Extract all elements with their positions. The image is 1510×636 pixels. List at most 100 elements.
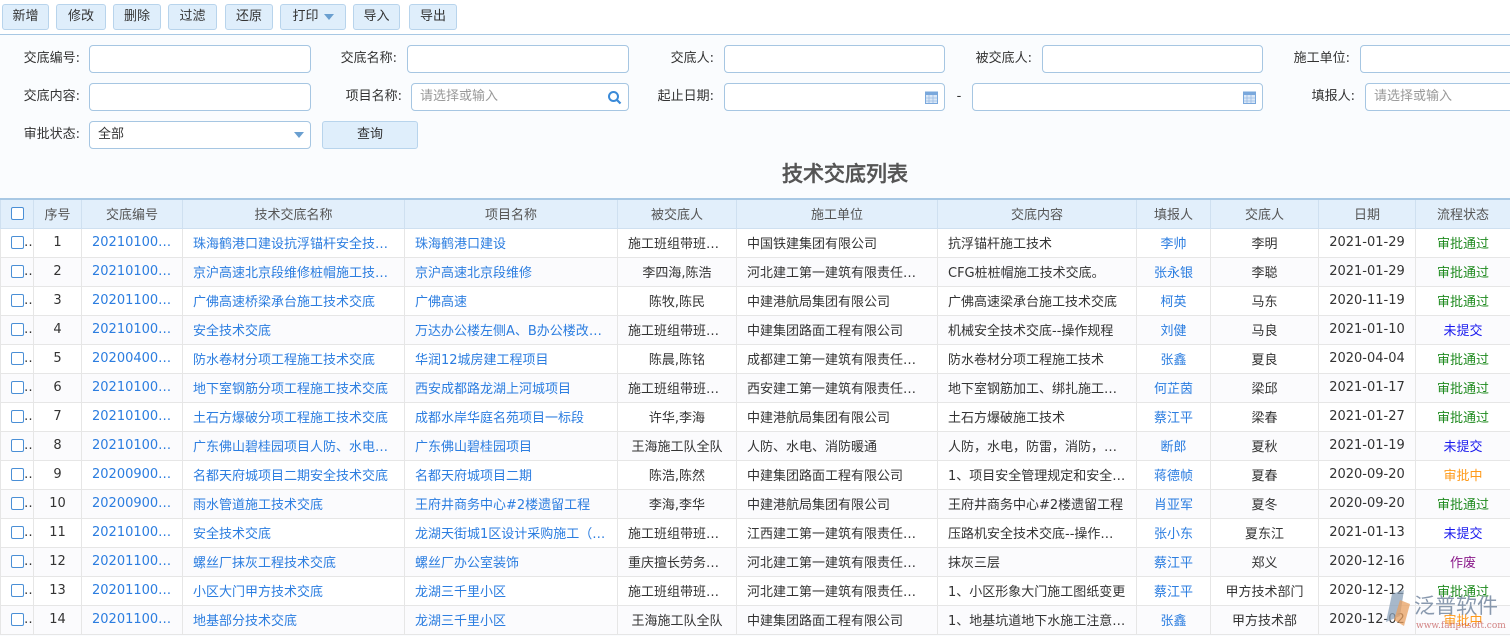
cell-reporter[interactable]: 柯英: [1137, 286, 1211, 315]
cell-reporter[interactable]: 张鑫: [1137, 344, 1211, 373]
table-row[interactable]: 12021010003珠海鹤港口建设抗浮锚杆安全技术交底珠海鹤港口建设施工班组带…: [1, 228, 1510, 257]
cell-code[interactable]: 2021010001: [82, 431, 183, 460]
row-checkbox[interactable]: [1, 257, 34, 286]
cell-tech-name[interactable]: 小区大门甲方技术交底: [183, 576, 405, 605]
cell-reporter[interactable]: 蔡江平: [1137, 576, 1211, 605]
cell-code[interactable]: 2020110005: [82, 576, 183, 605]
header-content[interactable]: 交底内容: [938, 199, 1137, 228]
cell-tech-name[interactable]: 地下室钢筋分项工程施工技术交底: [183, 373, 405, 402]
cell-tech-name[interactable]: 名都天府城项目二期安全技术交底: [183, 460, 405, 489]
cell-code[interactable]: 2020090002: [82, 460, 183, 489]
cell-reporter[interactable]: 刘健: [1137, 315, 1211, 344]
table-row[interactable]: 52020040001防水卷材分项工程施工技术交底华润12城房建工程项目陈晨,陈…: [1, 344, 1510, 373]
reporter-input[interactable]: 请选择或输入: [1365, 83, 1510, 111]
edit-button[interactable]: 修改: [56, 4, 106, 30]
restore-button[interactable]: 还原: [225, 4, 273, 30]
table-row[interactable]: 62021010002地下室钢筋分项工程施工技术交底西安成都路龙湖上河城项目施工…: [1, 373, 1510, 402]
add-button[interactable]: 新增: [2, 4, 49, 30]
cell-tech-name[interactable]: 京沪高速北京段维修桩帽施工技术交底: [183, 257, 405, 286]
cell-reporter[interactable]: 张小东: [1137, 518, 1211, 547]
import-button[interactable]: 导入: [353, 4, 400, 30]
row-checkbox[interactable]: [1, 460, 34, 489]
cell-tech-name[interactable]: 安全技术交底: [183, 518, 405, 547]
start-date-input[interactable]: [724, 83, 945, 111]
cell-tech-name[interactable]: 螺丝厂抹灰工程技术交底: [183, 547, 405, 576]
cell-code[interactable]: 2020110004: [82, 605, 183, 634]
cell-code[interactable]: 2020090001: [82, 489, 183, 518]
filter-button[interactable]: 过滤: [168, 4, 217, 30]
table-row[interactable]: 102020090001雨水管道施工技术交底王府井商务中心#2楼遗留工程李海,李…: [1, 489, 1510, 518]
cell-tech-name[interactable]: 安全技术交底: [183, 315, 405, 344]
row-checkbox[interactable]: [1, 431, 34, 460]
cell-code[interactable]: 2021010003: [82, 315, 183, 344]
table-row[interactable]: 92020090002名都天府城项目二期安全技术交底名都天府城项目二期陈浩,陈然…: [1, 460, 1510, 489]
cell-code[interactable]: 2021010002: [82, 373, 183, 402]
header-index[interactable]: 序号: [34, 199, 82, 228]
calendar-icon[interactable]: [1243, 90, 1256, 104]
cell-project[interactable]: 广东佛山碧桂园项目: [405, 431, 618, 460]
row-checkbox[interactable]: [1, 286, 34, 315]
table-row[interactable]: 82021010001广东佛山碧桂园项目人防、水电技术交底广东佛山碧桂园项目王海…: [1, 431, 1510, 460]
cell-code[interactable]: 2021010002: [82, 402, 183, 431]
table-row[interactable]: 42021010003安全技术交底万达办公楼左侧A、B办公楼改造工程施工班组带班…: [1, 315, 1510, 344]
cell-project[interactable]: 名都天府城项目二期: [405, 460, 618, 489]
table-row[interactable]: 72021010002土石方爆破分项工程施工技术交底成都水岸华庭名苑项目一标段许…: [1, 402, 1510, 431]
cell-project[interactable]: 万达办公楼左侧A、B办公楼改造工程: [405, 315, 618, 344]
cell-project[interactable]: 龙湖三千里小区: [405, 576, 618, 605]
cell-reporter[interactable]: 断郎: [1137, 431, 1211, 460]
table-row[interactable]: 22021010004京沪高速北京段维修桩帽施工技术交底京沪高速北京段维修李四海…: [1, 257, 1510, 286]
delete-button[interactable]: 删除: [113, 4, 161, 30]
row-checkbox[interactable]: [1, 518, 34, 547]
cell-reporter[interactable]: 张永银: [1137, 257, 1211, 286]
cell-code[interactable]: 2020040001: [82, 344, 183, 373]
print-button[interactable]: 打印: [280, 4, 346, 30]
cell-tech-name[interactable]: 广东佛山碧桂园项目人防、水电技术交底: [183, 431, 405, 460]
cell-code[interactable]: 2021010001: [82, 518, 183, 547]
cell-project[interactable]: 珠海鹤港口建设: [405, 228, 618, 257]
table-row[interactable]: 32020110001广佛高速桥梁承台施工技术交底广佛高速陈牧,陈民中建港航局集…: [1, 286, 1510, 315]
cell-reporter[interactable]: 蔡江平: [1137, 402, 1211, 431]
cell-project[interactable]: 广佛高速: [405, 286, 618, 315]
cell-tech-name[interactable]: 土石方爆破分项工程施工技术交底: [183, 402, 405, 431]
row-checkbox[interactable]: [1, 315, 34, 344]
cell-project[interactable]: 王府井商务中心#2楼遗留工程: [405, 489, 618, 518]
cell-reporter[interactable]: 李帅: [1137, 228, 1211, 257]
header-code[interactable]: 交底编号: [82, 199, 183, 228]
content-input[interactable]: [89, 83, 311, 111]
query-button[interactable]: 查询: [322, 121, 418, 149]
table-row[interactable]: 122020110006螺丝厂抹灰工程技术交底螺丝厂办公室装饰重庆擅长劳务公司河…: [1, 547, 1510, 576]
cell-tech-name[interactable]: 地基部分技术交底: [183, 605, 405, 634]
cell-project[interactable]: 龙湖天街城1区设计采购施工（EPC）: [405, 518, 618, 547]
row-checkbox[interactable]: [1, 576, 34, 605]
cell-reporter[interactable]: 肖亚军: [1137, 489, 1211, 518]
row-checkbox[interactable]: [1, 373, 34, 402]
export-button[interactable]: 导出: [409, 4, 457, 30]
header-date[interactable]: 日期: [1319, 199, 1416, 228]
status-select[interactable]: 全部: [89, 121, 311, 149]
row-checkbox[interactable]: [1, 605, 34, 634]
row-checkbox[interactable]: [1, 402, 34, 431]
select-all-checkbox[interactable]: [1, 199, 34, 228]
cell-reporter[interactable]: 张鑫: [1137, 605, 1211, 634]
cell-code[interactable]: 2021010003: [82, 228, 183, 257]
cell-project[interactable]: 螺丝厂办公室装饰: [405, 547, 618, 576]
cell-project[interactable]: 京沪高速北京段维修: [405, 257, 618, 286]
cell-reporter[interactable]: 何芷茵: [1137, 373, 1211, 402]
header-disclosee[interactable]: 被交底人: [618, 199, 737, 228]
cell-tech-name[interactable]: 防水卷材分项工程施工技术交底: [183, 344, 405, 373]
row-checkbox[interactable]: [1, 228, 34, 257]
header-project[interactable]: 项目名称: [405, 199, 618, 228]
search-icon[interactable]: [607, 90, 622, 105]
cell-tech-name[interactable]: 广佛高速桥梁承台施工技术交底: [183, 286, 405, 315]
end-date-input[interactable]: [972, 83, 1263, 111]
cell-tech-name[interactable]: 珠海鹤港口建设抗浮锚杆安全技术交底: [183, 228, 405, 257]
cell-code[interactable]: 2021010004: [82, 257, 183, 286]
disclosee-input[interactable]: [1042, 45, 1263, 73]
cell-reporter[interactable]: 蔡江平: [1137, 547, 1211, 576]
unit-input[interactable]: [1360, 45, 1510, 73]
cell-project[interactable]: 西安成都路龙湖上河城项目: [405, 373, 618, 402]
name-input[interactable]: [407, 45, 629, 73]
calendar-icon[interactable]: [925, 90, 938, 104]
row-checkbox[interactable]: [1, 547, 34, 576]
cell-code[interactable]: 2020110001: [82, 286, 183, 315]
